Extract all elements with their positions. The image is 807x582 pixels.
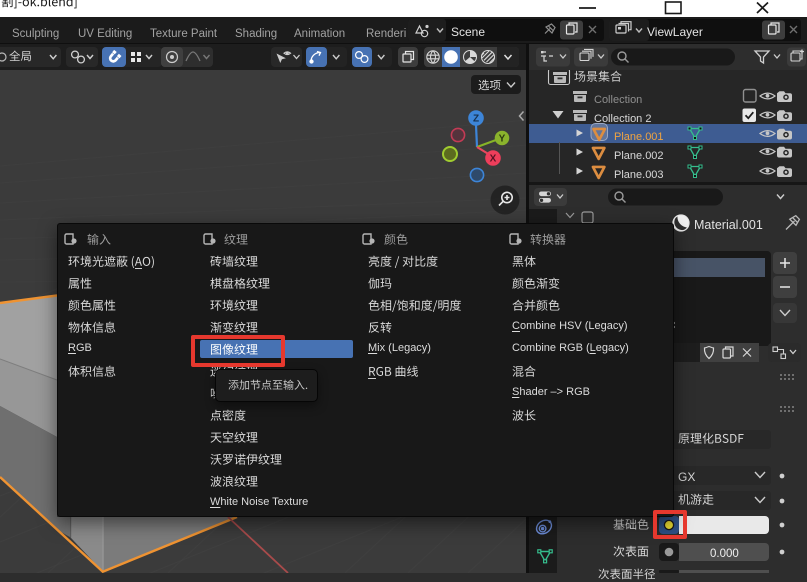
svg-text:Y: Y	[499, 134, 506, 145]
svg-text:X: X	[490, 154, 497, 165]
svg-text:Z: Z	[473, 114, 479, 125]
